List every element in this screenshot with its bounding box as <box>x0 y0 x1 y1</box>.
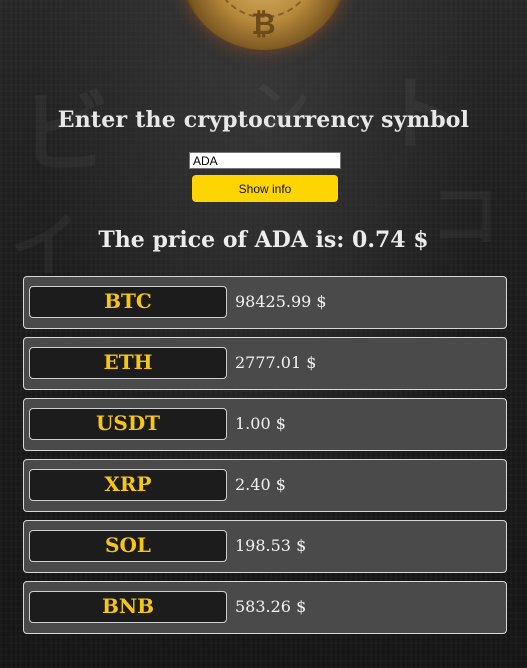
coin-symbol-badge: USDT <box>29 408 227 440</box>
coin-symbol-badge: BNB <box>29 591 227 623</box>
coin-price: 198.53 $ <box>235 536 307 555</box>
bitcoin-icon: ₿ <box>251 7 276 42</box>
coin-row-sol: SOL 198.53 $ <box>23 520 507 573</box>
show-info-button[interactable]: Show info <box>192 175 338 202</box>
symbol-input[interactable] <box>189 152 341 169</box>
coin-list: BTC 98425.99 $ ETH 2777.01 $ USDT 1.00 $… <box>23 276 507 642</box>
coin-row-xrp: XRP 2.40 $ <box>23 459 507 512</box>
coin-row-bnb: BNB 583.26 $ <box>23 581 507 634</box>
price-result: The price of ADA is: 0.74 $ <box>98 227 429 253</box>
coin-symbol-badge: BTC <box>29 286 227 318</box>
coin-row-usdt: USDT 1.00 $ <box>23 398 507 451</box>
coin-price: 2.40 $ <box>235 475 286 494</box>
coin-symbol-badge: SOL <box>29 530 227 562</box>
coin-symbol-badge: XRP <box>29 469 227 501</box>
coin-price: 98425.99 $ <box>235 292 327 311</box>
bitcoin-coin-logo: ₿ <box>179 0 348 50</box>
coin-price: 583.26 $ <box>235 597 307 616</box>
coin-row-eth: ETH 2777.01 $ <box>23 337 507 390</box>
coin-price: 1.00 $ <box>235 414 286 433</box>
coin-price: 2777.01 $ <box>235 353 317 372</box>
coin-row-btc: BTC 98425.99 $ <box>23 276 507 329</box>
coin-symbol-badge: ETH <box>29 347 227 379</box>
page-title: Enter the cryptocurrency symbol <box>57 107 470 133</box>
